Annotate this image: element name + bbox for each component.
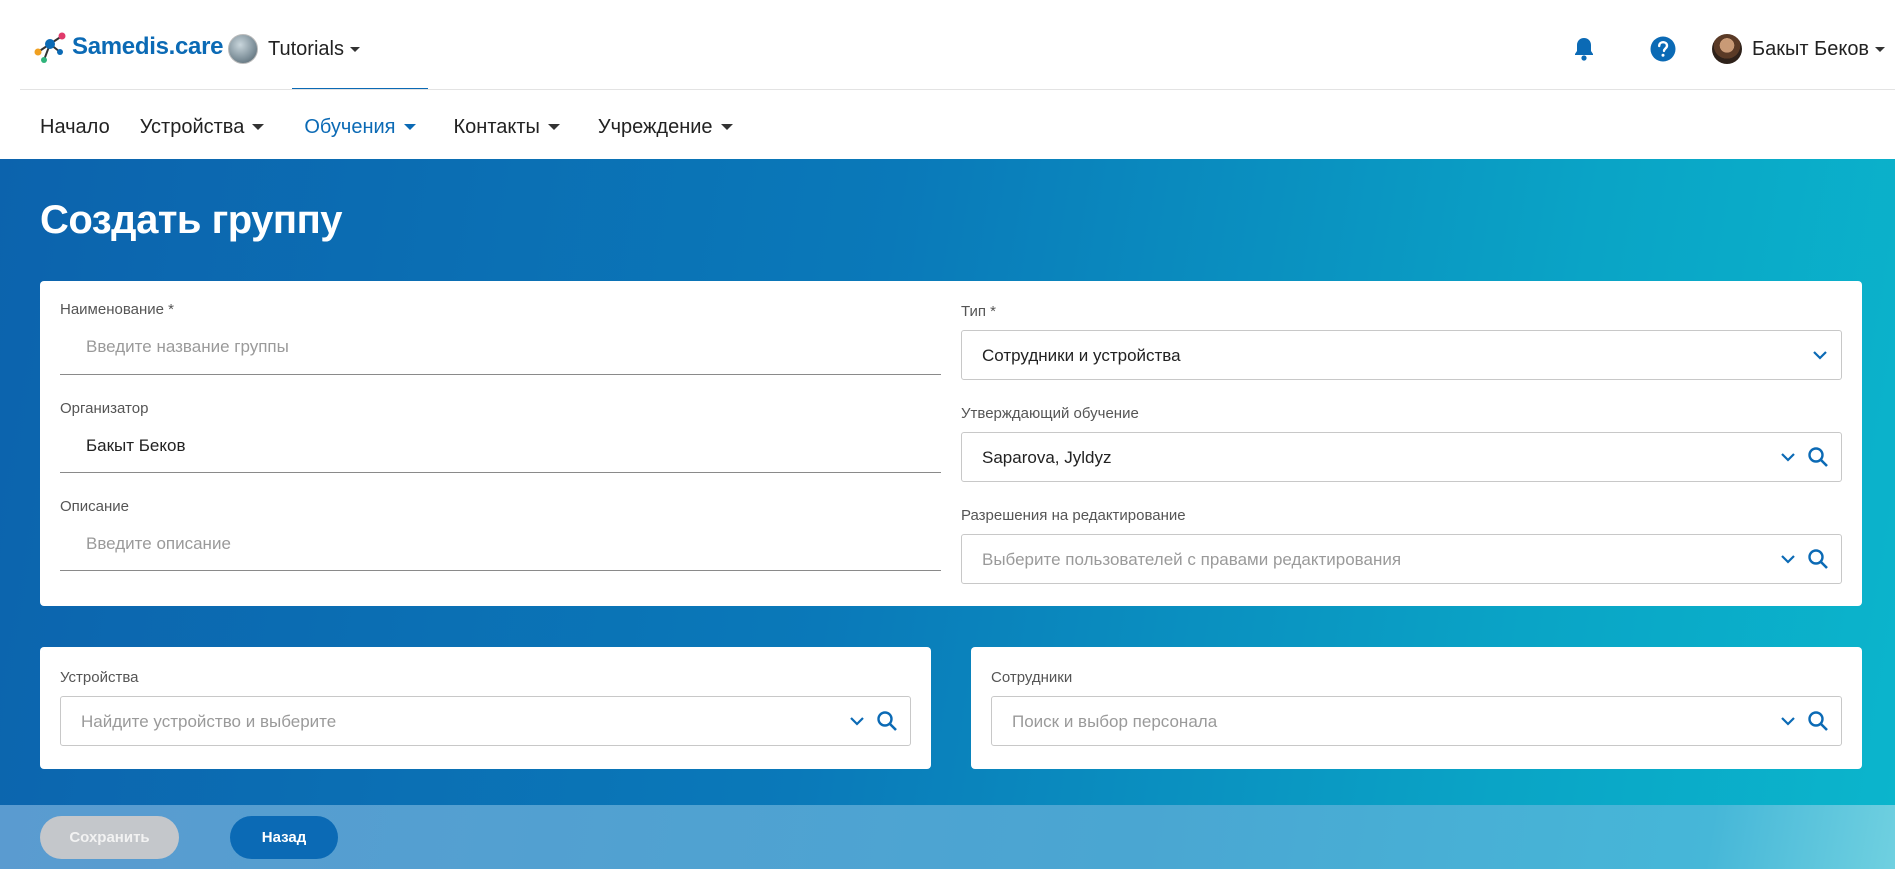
search-icon[interactable] <box>1807 446 1829 468</box>
description-underline <box>60 570 941 571</box>
description-input[interactable]: Введите описание <box>86 534 231 554</box>
employees-placeholder: Поиск и выбор персонала <box>1012 712 1218 731</box>
bell-icon[interactable] <box>1572 36 1596 62</box>
header-divider <box>20 89 1895 90</box>
caret-down-icon <box>252 124 265 130</box>
nav-item-label: Обучения <box>304 115 396 138</box>
user-name: Бакыт Беков <box>1752 37 1870 60</box>
approver-label: Утверждающий обучение <box>961 405 1139 422</box>
devices-select[interactable]: Найдите устройство и выберите <box>60 696 911 746</box>
approver-select[interactable]: Saparova, Jyldyz <box>961 432 1842 482</box>
employees-card: Сотрудники Поиск и выбор персонала <box>971 647 1862 769</box>
type-select[interactable]: Сотрудники и устройства <box>961 330 1842 380</box>
nav-item-devices[interactable]: Устройства <box>140 116 265 139</box>
edit-permissions-select[interactable]: Выберите пользователей с правами редакти… <box>961 534 1842 584</box>
organizer-label: Организатор <box>60 400 149 417</box>
type-value: Сотрудники и устройства <box>982 346 1181 365</box>
back-button[interactable]: Назад <box>230 816 338 859</box>
chevron-down-icon[interactable] <box>848 712 866 730</box>
chevron-down-icon[interactable] <box>1779 550 1797 568</box>
nav-item-contacts[interactable]: Контакты <box>454 116 560 139</box>
devices-placeholder: Найдите устройство и выберите <box>81 712 337 731</box>
employees-select[interactable]: Поиск и выбор персонала <box>991 696 1842 746</box>
edit-permissions-placeholder: Выберите пользователей с правами редакти… <box>982 550 1402 569</box>
approver-value: Saparova, Jyldyz <box>982 448 1112 467</box>
chevron-down-icon <box>1875 46 1886 52</box>
caret-down-icon <box>403 124 416 130</box>
nav-item-home[interactable]: Начало <box>40 116 110 139</box>
logo-icon <box>34 32 66 63</box>
chevron-down-icon <box>349 46 360 52</box>
name-label: Наименование * <box>60 301 174 318</box>
nav-item-trainings[interactable]: Обучения <box>304 115 416 139</box>
organization-avatar <box>228 34 258 64</box>
description-label: Описание <box>60 498 130 515</box>
organizer-underline <box>60 472 941 473</box>
avatar <box>1712 34 1742 64</box>
chevron-down-icon[interactable] <box>1779 448 1797 466</box>
logo[interactable]: Samedis.care <box>30 30 223 64</box>
save-button[interactable]: Сохранить <box>40 816 179 859</box>
page-title: Создать группу <box>40 198 342 242</box>
devices-card: Устройства Найдите устройство и выберите <box>40 647 931 769</box>
organization-switcher[interactable]: Tutorials <box>228 33 360 65</box>
chevron-down-icon[interactable] <box>1779 712 1797 730</box>
name-underline <box>60 374 941 375</box>
organizer-field[interactable]: Бакыт Беков <box>86 436 186 456</box>
nav-item-label: Устройства <box>139 115 245 138</box>
help-icon[interactable] <box>1650 36 1676 62</box>
type-label: Тип * <box>961 303 997 320</box>
nav-item-label: Начало <box>40 115 110 138</box>
search-icon[interactable] <box>1807 548 1829 570</box>
devices-label: Устройства <box>60 669 139 686</box>
organization-name: Tutorials <box>268 37 344 60</box>
caret-down-icon <box>547 124 560 130</box>
employees-label: Сотрудники <box>991 669 1073 686</box>
edit-permissions-label: Разрешения на редактирование <box>961 507 1186 524</box>
group-details-card: Наименование * Введите название группы О… <box>40 281 1862 606</box>
main-navigation: Начало Устройства Обучения Контакты Учре… <box>40 112 763 142</box>
chevron-down-icon[interactable] <box>1811 346 1829 364</box>
caret-down-icon <box>720 124 733 130</box>
search-icon[interactable] <box>876 710 898 732</box>
nav-item-label: Контакты <box>453 115 540 138</box>
name-input[interactable]: Введите название группы <box>86 337 289 357</box>
user-menu[interactable]: Бакыт Беков <box>1712 33 1886 65</box>
logo-text: Samedis.care <box>72 33 224 60</box>
search-icon[interactable] <box>1807 710 1829 732</box>
nav-item-label: Учреждение <box>597 115 713 138</box>
nav-item-facility[interactable]: Учреждение <box>598 116 733 139</box>
